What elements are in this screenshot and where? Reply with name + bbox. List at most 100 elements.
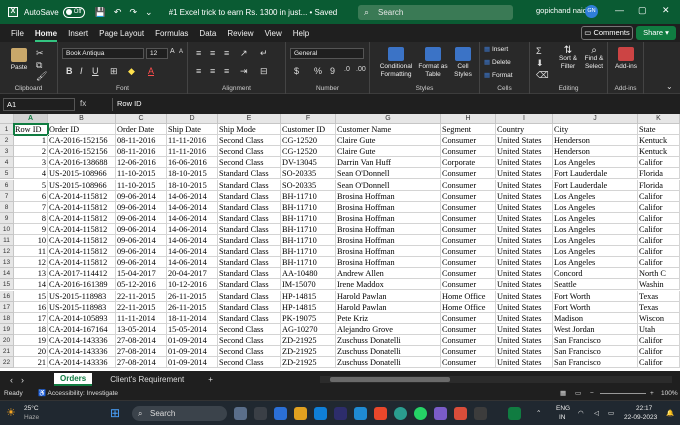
- table-cell[interactable]: Henderson: [553, 135, 638, 147]
- column-header[interactable]: A: [14, 114, 48, 124]
- table-cell[interactable]: Claire Gute: [336, 146, 441, 158]
- app-icon[interactable]: [394, 407, 407, 420]
- table-cell[interactable]: CA-2014-105893: [48, 312, 116, 324]
- close-icon[interactable]: ✕: [662, 5, 670, 16]
- table-cell[interactable]: 14-06-2014: [167, 201, 218, 213]
- column-header[interactable]: G: [336, 114, 441, 124]
- table-cell[interactable]: CA-2017-114412: [48, 268, 116, 280]
- table-cell[interactable]: Consumer: [441, 246, 496, 258]
- table-cell[interactable]: Kentuck: [638, 135, 680, 147]
- formula-input[interactable]: Row ID: [112, 98, 674, 111]
- table-cell[interactable]: 14-06-2014: [167, 246, 218, 258]
- table-cell[interactable]: 14-06-2014: [167, 257, 218, 269]
- table-cell[interactable]: North C: [638, 268, 680, 280]
- row-header[interactable]: 22: [0, 357, 14, 369]
- column-header[interactable]: C: [116, 114, 167, 124]
- table-cell[interactable]: IM-15070: [281, 279, 336, 291]
- table-cell[interactable]: Standard Class: [218, 190, 281, 202]
- clear-icon[interactable]: ⌫: [536, 70, 549, 81]
- table-cell[interactable]: Califor: [638, 257, 680, 269]
- row-header[interactable]: 13: [0, 257, 14, 269]
- table-cell[interactable]: 21: [14, 357, 48, 369]
- app-icon[interactable]: [234, 407, 247, 420]
- table-cell[interactable]: Kentuck: [638, 146, 680, 158]
- cell-styles-button[interactable]: Cell Styles: [450, 47, 476, 79]
- row-header[interactable]: 11: [0, 235, 14, 247]
- table-cell[interactable]: Standard Class: [218, 168, 281, 180]
- tab-file[interactable]: File: [11, 29, 24, 38]
- table-cell[interactable]: Brosina Hoffman: [336, 223, 441, 235]
- volume-icon[interactable]: ◁: [594, 409, 599, 417]
- table-cell[interactable]: United States: [496, 190, 553, 202]
- table-cell[interactable]: Darrin Van Huff: [336, 157, 441, 169]
- table-cell[interactable]: 12-06-2016: [116, 157, 167, 169]
- clock-time[interactable]: 22:17: [636, 405, 652, 412]
- percent-icon[interactable]: %: [314, 66, 322, 76]
- copy-icon[interactable]: ⧉: [36, 60, 42, 71]
- font-size-select[interactable]: 12: [146, 48, 168, 59]
- table-cell[interactable]: BH-11710: [281, 201, 336, 213]
- row-header[interactable]: 16: [0, 290, 14, 302]
- header-cell[interactable]: Country: [496, 124, 553, 136]
- row-header[interactable]: 20: [0, 334, 14, 346]
- table-cell[interactable]: 6: [14, 190, 48, 202]
- table-cell[interactable]: BH-11710: [281, 190, 336, 202]
- table-cell[interactable]: CA-2014-115812: [48, 201, 116, 213]
- table-cell[interactable]: Henderson: [553, 146, 638, 158]
- table-cell[interactable]: CG-12520: [281, 135, 336, 147]
- table-cell[interactable]: Consumer: [441, 257, 496, 269]
- table-cell[interactable]: Brosina Hoffman: [336, 212, 441, 224]
- table-cell[interactable]: 11-11-2014: [116, 312, 167, 324]
- table-cell[interactable]: 3: [14, 157, 48, 169]
- align-left-icon[interactable]: ≡: [196, 66, 201, 76]
- table-cell[interactable]: ZD-21925: [281, 346, 336, 358]
- table-cell[interactable]: Los Angeles: [553, 212, 638, 224]
- header-cell[interactable]: Customer Name: [336, 124, 441, 136]
- table-cell[interactable]: United States: [496, 201, 553, 213]
- table-cell[interactable]: 15: [14, 290, 48, 302]
- fill-icon[interactable]: ⬇: [536, 58, 544, 69]
- table-cell[interactable]: CA-2014-115812: [48, 223, 116, 235]
- column-header[interactable]: I: [496, 114, 553, 124]
- table-cell[interactable]: CA-2014-115812: [48, 190, 116, 202]
- table-cell[interactable]: Consumer: [441, 179, 496, 191]
- autosum-icon[interactable]: Σ: [536, 46, 542, 56]
- table-cell[interactable]: United States: [496, 301, 553, 313]
- app-icon[interactable]: [454, 407, 467, 420]
- tab-page-layout[interactable]: Page Layout: [99, 29, 144, 38]
- table-cell[interactable]: Sean O'Donnell: [336, 168, 441, 180]
- table-cell[interactable]: San Francisco: [553, 346, 638, 358]
- table-cell[interactable]: SO-20335: [281, 179, 336, 191]
- row-header[interactable]: 4: [0, 157, 14, 169]
- table-cell[interactable]: CA-2014-115812: [48, 235, 116, 247]
- column-header[interactable]: K: [638, 114, 680, 124]
- table-cell[interactable]: 20-04-2017: [167, 268, 218, 280]
- header-cell[interactable]: City: [553, 124, 638, 136]
- table-cell[interactable]: San Francisco: [553, 334, 638, 346]
- table-cell[interactable]: 13: [14, 268, 48, 280]
- table-cell[interactable]: 09-06-2014: [116, 257, 167, 269]
- table-cell[interactable]: HP-14815: [281, 301, 336, 313]
- table-cell[interactable]: ZD-21925: [281, 357, 336, 369]
- header-cell[interactable]: Order Date: [116, 124, 167, 136]
- table-cell[interactable]: Second Class: [218, 135, 281, 147]
- table-cell[interactable]: CA-2014-115812: [48, 212, 116, 224]
- table-cell[interactable]: 22-11-2015: [116, 301, 167, 313]
- indent-icon[interactable]: ⇥: [240, 66, 248, 77]
- align-center-icon[interactable]: ≡: [210, 66, 215, 76]
- whatsapp-icon[interactable]: [414, 407, 427, 420]
- table-cell[interactable]: United States: [496, 223, 553, 235]
- table-cell[interactable]: CA-2014-115812: [48, 246, 116, 258]
- table-cell[interactable]: Concord: [553, 268, 638, 280]
- table-cell[interactable]: Wiscon: [638, 312, 680, 324]
- table-cell[interactable]: Florida: [638, 179, 680, 191]
- table-cell[interactable]: 05-12-2016: [116, 279, 167, 291]
- table-cell[interactable]: 14-06-2014: [167, 190, 218, 202]
- table-cell[interactable]: 14-06-2014: [167, 223, 218, 235]
- align-right-icon[interactable]: ≡: [224, 66, 229, 76]
- number-format-select[interactable]: General: [290, 48, 364, 59]
- table-cell[interactable]: Zuschuss Donatelli: [336, 334, 441, 346]
- table-cell[interactable]: 16: [14, 301, 48, 313]
- format-painter-icon[interactable]: 🖌: [36, 71, 47, 82]
- app-icon[interactable]: [334, 407, 347, 420]
